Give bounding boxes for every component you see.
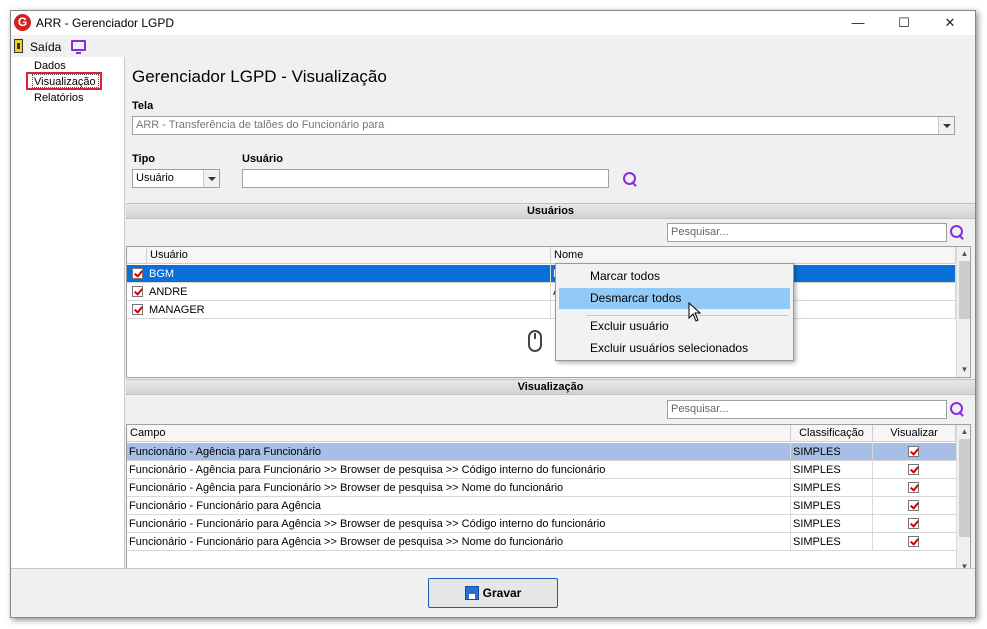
- cell-classificacao: SIMPLES: [791, 479, 873, 497]
- column-header-visualizar[interactable]: Visualizar: [873, 425, 956, 442]
- app-logo-icon: G: [14, 14, 31, 31]
- cell-campo: Funcionário - Funcionário para Agência >…: [127, 515, 791, 533]
- save-disk-icon: [465, 586, 479, 600]
- view-section-header: Visualização: [126, 379, 975, 395]
- sidebar: Dados Visualização Relatórios: [11, 57, 125, 568]
- search-icon[interactable]: [950, 402, 964, 416]
- scroll-down-icon[interactable]: ▼: [960, 365, 969, 374]
- view-scrollbar[interactable]: ▲ ▼: [956, 425, 970, 574]
- table-row[interactable]: Funcionário - Funcionário para Agência S…: [127, 497, 956, 515]
- window-title: ARR - Gerenciador LGPD: [36, 16, 175, 30]
- column-header-usuario[interactable]: Usuário: [147, 247, 551, 264]
- usuario-label: Usuário: [242, 153, 283, 165]
- cell-usuario: BGM: [147, 265, 551, 283]
- cursor-icon: [688, 302, 702, 322]
- users-section-header: Usuários: [126, 203, 975, 219]
- row-checkbox[interactable]: [132, 286, 143, 297]
- table-row[interactable]: BGM BGM TESTE: [127, 265, 956, 283]
- visualizar-checkbox[interactable]: [908, 536, 919, 547]
- visualizar-checkbox[interactable]: [908, 482, 919, 493]
- cell-classificacao: SIMPLES: [791, 461, 873, 479]
- users-search-placeholder: Pesquisar...: [671, 226, 729, 238]
- header-check-column: [127, 247, 147, 264]
- menu-bar: Saída: [11, 35, 975, 57]
- scroll-up-icon[interactable]: ▲: [960, 249, 969, 258]
- cell-classificacao: SIMPLES: [791, 515, 873, 533]
- visualizar-checkbox[interactable]: [908, 500, 919, 511]
- context-menu: Marcar todos Desmarcar todos Excluir usu…: [555, 263, 794, 361]
- row-checkbox[interactable]: [132, 304, 143, 315]
- exit-label: Saída: [30, 40, 62, 54]
- chevron-down-icon[interactable]: [938, 117, 954, 134]
- menu-item-excluir-selecionados[interactable]: Excluir usuários selecionados: [559, 338, 790, 359]
- view-search-input[interactable]: Pesquisar...: [667, 400, 947, 419]
- table-row[interactable]: Funcionário - Funcionário para Agência >…: [127, 533, 956, 551]
- search-icon[interactable]: [623, 172, 637, 186]
- visualizar-checkbox[interactable]: [908, 464, 919, 475]
- cell-campo: Funcionário - Agência para Funcionário: [127, 443, 791, 461]
- users-grid-header: Usuário Nome: [127, 247, 956, 264]
- cell-campo: Funcionário - Agência para Funcionário >…: [127, 461, 791, 479]
- scroll-up-icon[interactable]: ▲: [960, 427, 969, 436]
- scrollbar-thumb[interactable]: [959, 261, 970, 319]
- table-row[interactable]: Funcionário - Agência para Funcionário S…: [127, 443, 956, 461]
- column-header-campo[interactable]: Campo: [127, 425, 791, 442]
- cell-campo: Funcionário - Funcionário para Agência: [127, 497, 791, 515]
- maximize-button[interactable]: ☐: [881, 11, 927, 35]
- search-icon[interactable]: [950, 225, 964, 239]
- table-row[interactable]: Funcionário - Agência para Funcionário >…: [127, 479, 956, 497]
- minimize-button[interactable]: —: [835, 11, 881, 35]
- page-title: Gerenciador LGPD - Visualização: [132, 67, 387, 86]
- sidebar-item-visualizacao[interactable]: Visualização: [34, 76, 96, 88]
- cell-classificacao: SIMPLES: [791, 497, 873, 515]
- users-grid: Usuário Nome BGM BGM TESTE ANDRE A MANAG…: [126, 246, 971, 378]
- sidebar-item-dados[interactable]: Dados: [34, 60, 66, 72]
- tipo-label: Tipo: [132, 153, 156, 165]
- cell-campo: Funcionário - Funcionário para Agência >…: [127, 533, 791, 551]
- tipo-select[interactable]: Usuário: [132, 169, 220, 188]
- usuario-input[interactable]: [242, 169, 609, 188]
- table-row[interactable]: Funcionário - Funcionário para Agência >…: [127, 515, 956, 533]
- cell-usuario: MANAGER: [147, 301, 551, 319]
- column-header-nome[interactable]: Nome: [551, 247, 956, 264]
- table-row[interactable]: MANAGER: [127, 301, 956, 319]
- cell-usuario: ANDRE: [147, 283, 551, 301]
- users-scrollbar[interactable]: ▲ ▼: [956, 247, 970, 377]
- exit-menu-item[interactable]: Saída: [11, 35, 67, 57]
- menu-item-marcar-todos[interactable]: Marcar todos: [559, 266, 790, 287]
- app-window: G ARR - Gerenciador LGPD — ☐ ✕ Saída Dad…: [10, 10, 976, 618]
- column-header-classificacao[interactable]: Classificação: [791, 425, 873, 442]
- tela-select[interactable]: ARR - Transferência de talões do Funcion…: [132, 116, 955, 135]
- close-button[interactable]: ✕: [927, 11, 973, 35]
- table-row[interactable]: ANDRE A: [127, 283, 956, 301]
- title-bar: G ARR - Gerenciador LGPD — ☐ ✕: [11, 11, 975, 35]
- exit-door-icon: [14, 39, 23, 53]
- cell-classificacao: SIMPLES: [791, 443, 873, 461]
- menu-item-desmarcar-todos[interactable]: Desmarcar todos: [559, 288, 790, 309]
- main-content: Gerenciador LGPD - Visualização Tela ARR…: [126, 57, 975, 575]
- chevron-down-icon[interactable]: [203, 170, 219, 187]
- cell-classificacao: SIMPLES: [791, 533, 873, 551]
- cell-campo: Funcionário - Agência para Funcionário >…: [127, 479, 791, 497]
- monitor-icon[interactable]: [71, 40, 86, 54]
- visualizar-checkbox[interactable]: [908, 518, 919, 529]
- table-row[interactable]: Funcionário - Agência para Funcionário >…: [127, 461, 956, 479]
- save-button[interactable]: Gravar: [428, 578, 558, 608]
- menu-item-excluir-usuario[interactable]: Excluir usuário: [559, 316, 790, 337]
- tipo-value: Usuário: [136, 172, 174, 184]
- view-search-placeholder: Pesquisar...: [671, 403, 729, 415]
- visualizar-checkbox[interactable]: [908, 446, 919, 457]
- mouse-icon: [528, 330, 542, 352]
- tela-label: Tela: [132, 100, 154, 112]
- view-grid-header: Campo Classificação Visualizar: [127, 425, 956, 442]
- users-search-input[interactable]: Pesquisar...: [667, 223, 947, 242]
- row-checkbox[interactable]: [132, 268, 143, 279]
- scrollbar-thumb[interactable]: [959, 439, 970, 537]
- tela-value: ARR - Transferência de talões do Funcion…: [136, 119, 385, 131]
- view-grid: Campo Classificação Visualizar Funcionár…: [126, 424, 971, 575]
- sidebar-item-relatorios[interactable]: Relatórios: [34, 92, 84, 104]
